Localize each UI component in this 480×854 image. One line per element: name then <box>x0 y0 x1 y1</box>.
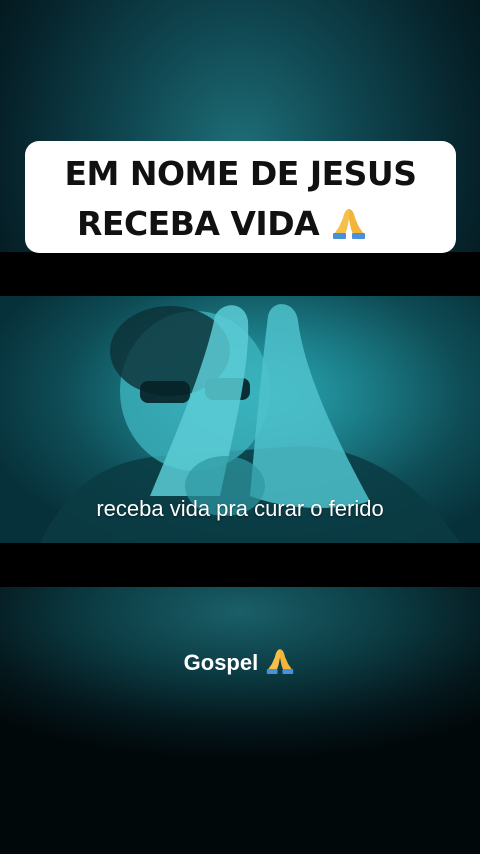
letterbox-bar-top <box>0 252 480 296</box>
letterbox-bar-bottom <box>0 543 480 587</box>
background-glow <box>0 585 480 854</box>
video-caption: receba vida pra curar o ferido <box>96 496 384 521</box>
title-line-2-wrap: RECEBA VIDA <box>35 199 446 253</box>
footer-label: Gospel <box>0 646 480 680</box>
video-frame[interactable]: EM NOME DE JESUS RECEBA VIDA receba vida… <box>0 0 480 854</box>
title-overlay: EM NOME DE JESUS RECEBA VIDA <box>25 141 456 253</box>
title-line-2: RECEBA VIDA <box>77 204 320 243</box>
praying-hands-icon <box>264 646 296 680</box>
title-line-1: EM NOME DE JESUS <box>64 154 418 193</box>
praying-hands-icon <box>330 203 368 253</box>
gospel-text: Gospel <box>183 650 259 675</box>
